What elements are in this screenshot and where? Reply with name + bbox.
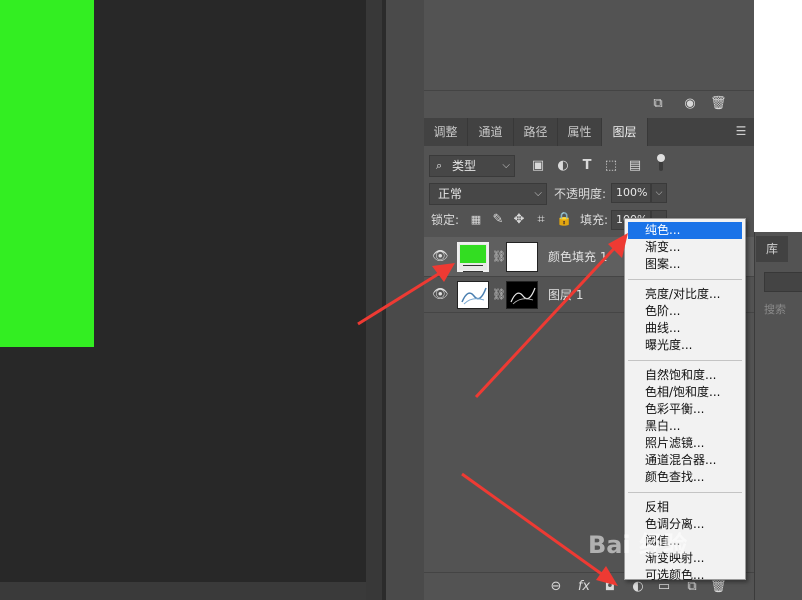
image-filter-icon[interactable]: ▣ <box>530 158 546 174</box>
blend-mode-select[interactable]: 正常 ⌵ <box>429 183 547 205</box>
menu-item[interactable]: 色彩平衡... <box>645 401 704 418</box>
layer-filter-select[interactable]: ⌕ 类型 ⌵ <box>429 155 515 177</box>
smart-object-filter-icon[interactable]: ▤ <box>627 158 643 174</box>
tab-paths[interactable]: 路径 <box>514 118 558 146</box>
opacity-stepper[interactable]: ⌵ <box>651 183 667 203</box>
tab-channels[interactable]: 通道 <box>468 118 514 146</box>
menu-item[interactable]: 反相 <box>645 499 669 516</box>
fx-icon[interactable]: fx <box>576 579 592 595</box>
library-search-input[interactable]: 搜索 <box>764 300 802 320</box>
canvas-scrollbar[interactable] <box>0 582 382 600</box>
watermark: Bai 经验 <box>588 531 688 559</box>
opacity-input[interactable]: 100% <box>611 183 651 203</box>
color-fill-thumbnail[interactable] <box>457 242 489 272</box>
adjustment-layer-menu: 纯色... 渐变... 图案... 亮度/对比度... 色阶... 曲线... 曝光度...… <box>624 218 746 582</box>
link-chain-icon[interactable]: ⛓ <box>492 287 506 303</box>
tab-properties[interactable]: 属性 <box>558 118 602 146</box>
white-document-area <box>754 0 802 232</box>
eye-icon[interactable]: 👁 <box>432 287 449 303</box>
menu-item[interactable]: 照片滤镜... <box>645 435 704 452</box>
menu-separator <box>628 360 742 361</box>
trash-icon[interactable]: 🗑 <box>710 96 727 112</box>
camera-icon[interactable]: ◉ <box>682 96 698 112</box>
menu-item[interactable]: 颜色查找... <box>645 469 704 486</box>
menu-item[interactable]: 自然饱和度... <box>645 367 716 384</box>
sketch-thumbnail-icon <box>461 287 487 305</box>
fill-slider-icon <box>463 265 483 272</box>
image-layer-thumbnail[interactable] <box>457 281 489 309</box>
tab-library[interactable]: 库 <box>756 236 788 262</box>
layer-filter-label: 类型 <box>452 159 477 173</box>
fill-swatch <box>460 245 486 263</box>
menu-item[interactable]: 通道混合器... <box>645 452 716 469</box>
lock-brush-icon[interactable]: ✎ <box>490 212 506 228</box>
canvas-vertical-scrollbar[interactable] <box>366 0 382 600</box>
menu-separator <box>628 492 742 493</box>
menu-item[interactable]: 曝光度... <box>645 337 692 354</box>
lock-move-icon[interactable]: ✥ <box>511 212 527 228</box>
search-icon: ⌕ <box>436 159 443 172</box>
tab-adjustments[interactable]: 调整 <box>424 118 468 146</box>
shape-filter-icon[interactable]: ⬚ <box>603 158 619 174</box>
blend-mode-value: 正常 <box>438 187 463 201</box>
menu-item[interactable]: 黑白... <box>645 418 680 435</box>
green-fill-area <box>0 0 94 347</box>
menu-separator <box>628 279 742 280</box>
eye-icon[interactable]: 👁 <box>432 249 449 265</box>
library-select[interactable] <box>764 272 802 292</box>
menu-item[interactable]: 纯色... <box>628 222 742 239</box>
lock-all-icon[interactable]: 🔒 <box>556 212 572 228</box>
link-chain-icon[interactable]: ⛓ <box>492 249 506 265</box>
menu-item[interactable]: 曲线... <box>645 320 680 337</box>
chevron-down-icon: ⌵ <box>534 188 542 199</box>
type-filter-icon[interactable]: T <box>579 158 595 174</box>
filter-toggle-icon[interactable] <box>656 153 666 173</box>
mask-sketch-icon <box>510 287 536 305</box>
fill-label: 填充: <box>580 213 609 227</box>
mask-icon[interactable]: ◘ <box>602 579 618 595</box>
menu-item[interactable]: 可选颜色... <box>645 567 704 584</box>
adjustment-icon[interactable]: ◐ <box>630 579 646 595</box>
panel-tabs: 调整 通道 路径 属性 图层 <box>424 118 754 146</box>
layer-name[interactable]: 图层 1 <box>548 287 583 303</box>
lock-transparency-icon[interactable]: ▦ <box>468 212 484 228</box>
upper-panel-toolbar: ⧉ ◉ 🗑 <box>424 90 754 118</box>
lock-artboard-icon[interactable]: ⌗ <box>533 212 549 228</box>
menu-item[interactable]: 亮度/对比度... <box>645 286 721 303</box>
tab-layers[interactable]: 图层 <box>602 118 648 146</box>
trash-icon[interactable]: 🗑 <box>710 579 727 595</box>
opacity-label: 不透明度: <box>554 187 607 201</box>
adjustment-filter-icon[interactable]: ◐ <box>555 158 571 174</box>
image-mask-thumbnail[interactable] <box>506 281 538 309</box>
link-icon[interactable]: ⊖ <box>548 579 564 595</box>
collapsed-panel-dock <box>386 0 424 600</box>
chevron-down-icon: ⌵ <box>502 160 510 171</box>
menu-item[interactable]: 色阶... <box>645 303 680 320</box>
layer-mask-thumbnail[interactable] <box>506 242 538 272</box>
lock-label: 锁定: <box>431 213 460 227</box>
menu-item[interactable]: 色相/饱和度... <box>645 384 721 401</box>
menu-item[interactable]: 渐变... <box>645 239 680 256</box>
panel-menu-icon[interactable]: ☰ <box>734 124 748 138</box>
menu-item[interactable]: 图案... <box>645 256 680 273</box>
new-snapshot-icon[interactable]: ⧉ <box>650 96 666 112</box>
layer-name[interactable]: 颜色填充 1 <box>548 249 607 265</box>
